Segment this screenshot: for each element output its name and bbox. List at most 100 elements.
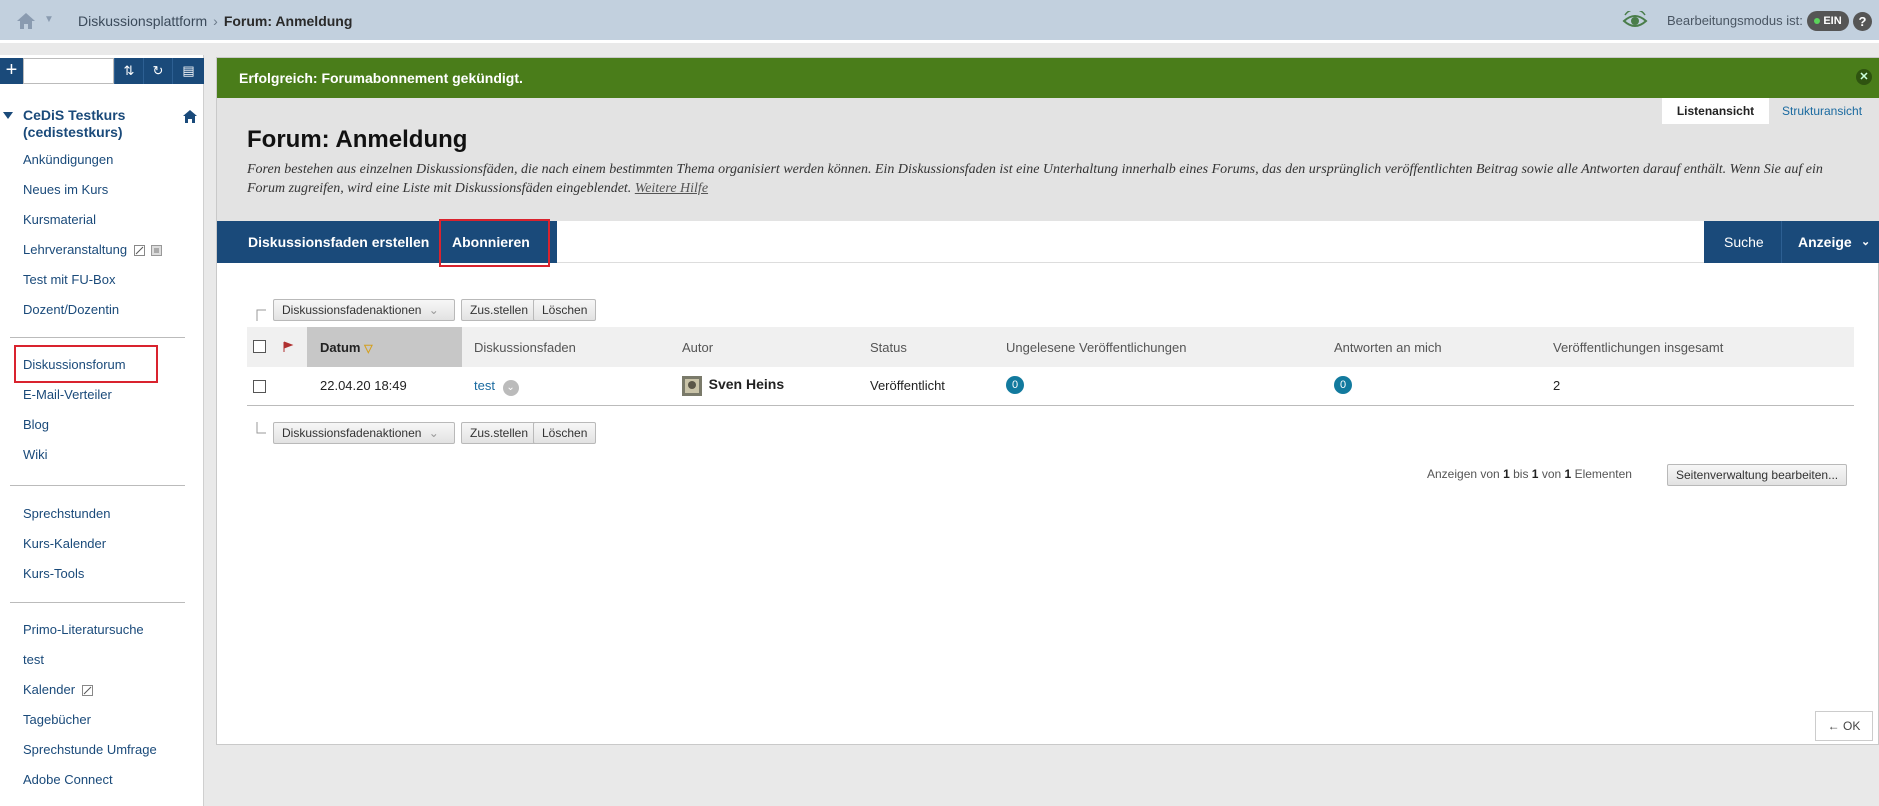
sidebar-item-label: Lehrveranstaltung (23, 242, 128, 257)
folder-view-icon[interactable]: ▤ (172, 58, 204, 84)
sidebar-toolbar: + ⇅ ↻ ▤ (0, 58, 204, 84)
col-total[interactable]: Veröffentlichungen insgesamt (1553, 340, 1723, 355)
table-divider (247, 405, 1854, 406)
table-row: 22.04.20 18:49 test ⌄ Sven Heins Veröffe… (247, 367, 1854, 405)
sidebar-item-test-fu-box[interactable]: Test mit FU-Box (23, 272, 115, 287)
breadcrumb-item-platform[interactable]: Diskussionsplattform (78, 13, 207, 29)
help-icon[interactable]: ? (1853, 12, 1872, 31)
tab-tree-view[interactable]: Strukturansicht (1782, 98, 1862, 124)
chevron-down-icon[interactable]: ▼ (44, 14, 54, 25)
paging-prefix: Anzeigen von (1427, 467, 1500, 481)
col-replies-to-me[interactable]: Antworten an mich (1334, 340, 1442, 355)
replies-badge[interactable]: 0 (1334, 376, 1352, 394)
action-separator (1781, 221, 1782, 263)
col-author[interactable]: Autor (682, 340, 713, 355)
highlight-box (14, 345, 158, 383)
action-bar-right: Suche Anzeige ⌄ (1704, 221, 1879, 263)
connector-arrow-icon (256, 422, 266, 434)
sidebar-item-office-hour-survey[interactable]: Sprechstunde Umfrage (23, 742, 157, 757)
sidebar-item-course-calendar[interactable]: Kurs-Kalender (23, 536, 106, 551)
options-chevron-icon[interactable]: ⌄ (502, 380, 519, 396)
sidebar-item-label: Kalender (23, 682, 76, 697)
course-menu-sidebar: + ⇅ ↻ ▤ CeDiS Testkurs (cedistestkurs) A… (0, 55, 204, 806)
col-date[interactable]: Datum ▽ (320, 340, 373, 355)
collapse-triangle-icon[interactable] (3, 112, 13, 119)
compose-button[interactable]: Zus.stellen (461, 422, 538, 444)
row-checkbox[interactable] (253, 380, 266, 393)
sidebar-item-course-event[interactable]: Lehrveranstaltung (23, 242, 163, 257)
unread-badge[interactable]: 0 (1006, 376, 1024, 394)
more-help-link[interactable]: Weitere Hilfe (635, 181, 708, 196)
thread-actions-dropdown[interactable]: Diskussionsfadenaktionen ⌄ (273, 299, 455, 321)
flag-icon[interactable] (282, 341, 294, 353)
col-status[interactable]: Status (870, 340, 907, 355)
add-menu-item-icon[interactable]: + (0, 58, 23, 84)
sidebar-divider (10, 602, 185, 603)
forum-description: Foren bestehen aus einzelnen Diskussions… (247, 160, 1837, 198)
course-title[interactable]: CeDiS Testkurs (cedistestkurs) (23, 107, 153, 141)
delete-button[interactable]: Löschen (533, 299, 597, 321)
reorder-icon[interactable]: ⇅ (114, 58, 143, 84)
display-button[interactable]: Anzeige (1798, 221, 1852, 263)
paging-of-label: von (1541, 467, 1562, 481)
sidebar-item-adobe-connect[interactable]: Adobe Connect (23, 772, 113, 787)
sidebar-item-calendar[interactable]: Kalender (23, 682, 93, 697)
highlight-box (439, 219, 550, 267)
chevron-down-icon[interactable]: ⌄ (1861, 221, 1870, 263)
create-thread-button[interactable]: Diskussionsfaden erstellen (248, 221, 429, 263)
avatar (682, 376, 702, 396)
sidebar-item-email-list[interactable]: E-Mail-Verteiler (23, 387, 112, 402)
top-navigation-bar: ▼ Diskussionsplattform › Forum: Anmeldun… (0, 0, 1879, 43)
action-bar-left: Diskussionsfaden erstellen Abonnieren (217, 219, 557, 267)
sidebar-item-office-hours[interactable]: Sprechstunden (23, 506, 110, 521)
page-title: Forum: Anmeldung (247, 126, 468, 153)
sidebar-item-wiki[interactable]: Wiki (23, 447, 48, 462)
col-unread[interactable]: Ungelesene Veröffentlichungen (1006, 340, 1186, 355)
edit-paging-button[interactable]: Seitenverwaltung bearbeiten... (1667, 464, 1848, 486)
breadcrumb: Diskussionsplattform › Forum: Anmeldung (78, 13, 352, 29)
row-thread: test ⌄ (474, 378, 519, 396)
edit-mode-toggle[interactable]: EIN (1807, 11, 1849, 31)
sidebar-item-blog[interactable]: Blog (23, 417, 49, 432)
sidebar-search-input[interactable] (23, 58, 114, 84)
row-author: Sven Heins (682, 376, 784, 396)
sidebar-item-news[interactable]: Neues im Kurs (23, 182, 108, 197)
paging-total: 1 (1564, 467, 1572, 481)
hidden-box-icon (151, 245, 163, 257)
status-dot-icon (1814, 18, 1821, 24)
ok-button[interactable]: ← OK (1815, 711, 1873, 741)
thread-link[interactable]: test (474, 378, 495, 393)
success-message: Erfolgreich: Forumabonnement gekündigt. (239, 70, 523, 86)
thread-actions-dropdown[interactable]: Diskussionsfadenaktionen ⌄ (273, 422, 455, 444)
row-status: Veröffentlicht (870, 378, 945, 393)
search-button[interactable]: Suche (1724, 221, 1764, 263)
breadcrumb-separator: › (213, 13, 218, 29)
home-icon[interactable] (16, 12, 36, 30)
paging-to: 1 (1531, 467, 1539, 481)
col-thread[interactable]: Diskussionsfaden (474, 340, 576, 355)
breadcrumb-item-current: Forum: Anmeldung (223, 13, 353, 29)
sidebar-item-course-tools[interactable]: Kurs-Tools (23, 566, 84, 581)
sidebar-item-announcements[interactable]: Ankündigungen (23, 152, 113, 167)
close-icon[interactable]: ✕ (1856, 69, 1872, 85)
sidebar-item-diaries[interactable]: Tagebücher (23, 712, 91, 727)
paging-info: Anzeigen von 1 bis 1 von 1 Elementen (1427, 467, 1632, 481)
row-replies: 0 (1334, 376, 1352, 394)
sidebar-item-lecturer[interactable]: Dozent/Dozentin (23, 302, 119, 317)
success-banner: Erfolgreich: Forumabonnement gekündigt. … (217, 58, 1879, 98)
sidebar-item-course-material[interactable]: Kursmaterial (23, 212, 96, 227)
preview-eye-icon[interactable] (1622, 11, 1648, 31)
sidebar-divider (10, 337, 185, 338)
tab-list-view[interactable]: Listenansicht (1662, 98, 1769, 124)
compose-button[interactable]: Zus.stellen (461, 299, 538, 321)
refresh-icon[interactable]: ↻ (143, 58, 172, 84)
delete-button[interactable]: Löschen (533, 422, 597, 444)
chevron-down-icon: ⌄ (428, 303, 439, 317)
select-all-checkbox[interactable] (253, 340, 266, 353)
paging-suffix: Elementen (1574, 467, 1632, 481)
course-home-icon[interactable] (182, 109, 198, 124)
sidebar-item-test[interactable]: test (23, 652, 44, 667)
description-text: Foren bestehen aus einzelnen Diskussions… (247, 162, 1823, 196)
sidebar-item-primo[interactable]: Primo-Literatursuche (23, 622, 144, 637)
chevron-down-icon: ⌄ (428, 426, 439, 440)
